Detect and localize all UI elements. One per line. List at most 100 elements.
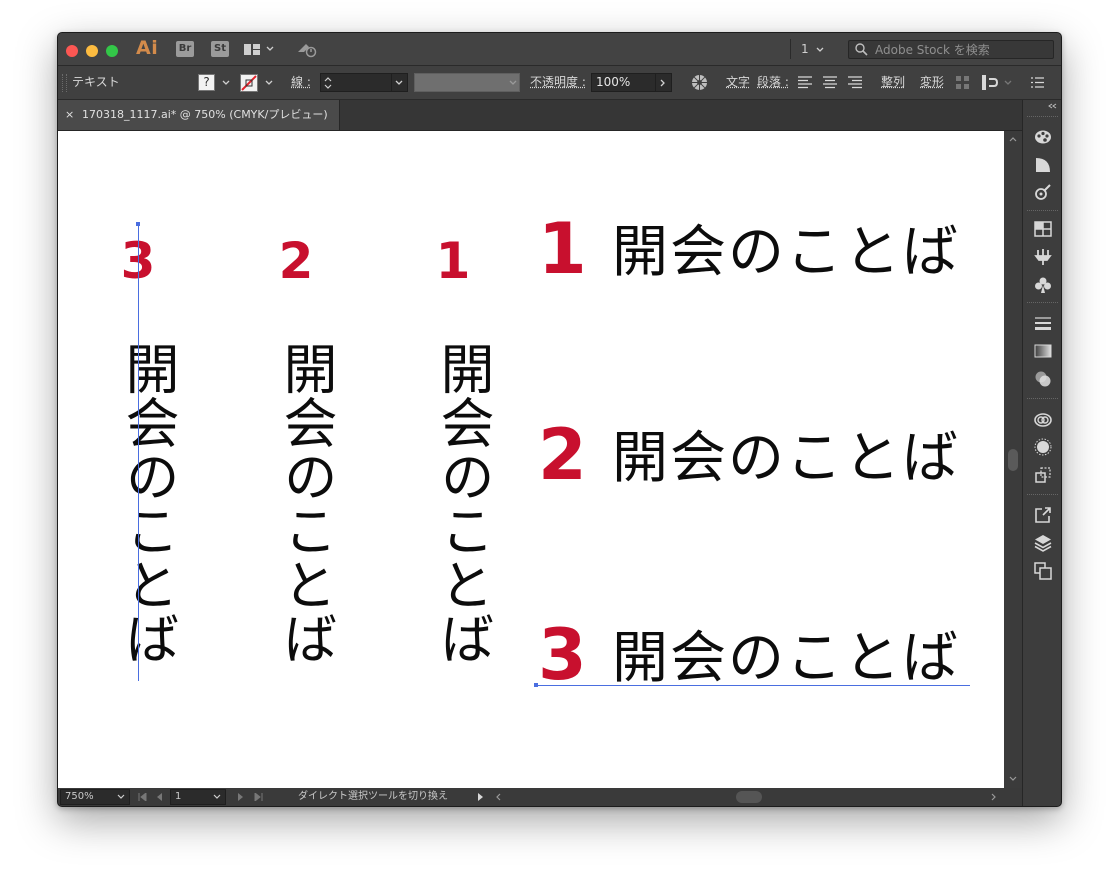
opacity-value: 100% (596, 75, 631, 89)
horizontal-row-text: 開会のことば (612, 220, 960, 285)
document-count[interactable]: 1 (790, 39, 834, 59)
vertical-text-baseline[interactable] (138, 225, 139, 681)
paragraph-panel-link[interactable]: 段落 : (757, 66, 789, 99)
scrollbar-thumb[interactable] (1008, 449, 1018, 471)
horizontal-row[interactable]: 1 開会のことば (538, 209, 978, 289)
swatches-icon[interactable] (1034, 156, 1052, 174)
chevron-down-icon[interactable] (1004, 80, 1012, 86)
status-menu-icon[interactable] (478, 793, 484, 801)
color-guide-icon[interactable] (1034, 128, 1052, 146)
artboard-canvas[interactable]: 3 開会のことば 2 開会のことば 1 開会のことば 1 開会のことば 2 開会のことば 3 開会の… (58, 131, 1004, 788)
horizontal-row-number: 2 (538, 414, 587, 496)
stock-button[interactable]: St (211, 41, 229, 57)
control-bar: テキスト ? 線 : 不透明度 : 100% 文字 段落: 整列 変形 (58, 66, 1061, 100)
anchor-point[interactable] (534, 683, 538, 687)
panel-dock (1022, 100, 1061, 806)
horizontal-row-number: 3 (538, 614, 587, 696)
chevron-down-icon[interactable] (222, 80, 230, 88)
align-center-icon[interactable] (823, 76, 837, 89)
bridge-button[interactable]: Br (176, 41, 194, 57)
stroke-label[interactable]: 線 : (291, 66, 311, 99)
club-symbol-icon[interactable] (1034, 276, 1052, 294)
cc-libraries-icon[interactable] (1034, 410, 1052, 428)
stock-search-input[interactable]: Adobe Stock を検索 (848, 40, 1054, 59)
chevron-down-icon (816, 47, 824, 52)
scroll-up-icon[interactable] (1009, 136, 1017, 142)
stroke-icon[interactable] (1034, 314, 1052, 332)
artboard-number: 1 (175, 791, 182, 802)
brushes-icon[interactable] (1034, 184, 1052, 202)
first-artboard-icon[interactable] (138, 793, 147, 801)
panel-menu-icon[interactable] (1031, 77, 1044, 88)
tab-document[interactable]: × 170318_1117.ai* @ 750% (CMYK/プレビュー) (58, 100, 340, 130)
align-right-icon[interactable] (848, 76, 862, 89)
scroll-left-icon[interactable] (495, 793, 501, 801)
align-panel-link[interactable]: 整列 (881, 66, 905, 99)
transform-panel-link[interactable]: 変形 (920, 66, 944, 99)
title-bar: Ai Br St 1 Adobe Stock を検索 (58, 33, 1061, 66)
character-panel-link[interactable]: 文字 (726, 66, 750, 99)
opacity-field[interactable]: 100% (591, 73, 672, 92)
recolor-artwork-icon[interactable] (691, 74, 708, 91)
next-artboard-icon[interactable] (238, 793, 244, 801)
panel-grip[interactable] (62, 74, 67, 92)
variable-width-profile[interactable] (414, 73, 520, 92)
chevron-right-icon (660, 79, 665, 87)
chevron-down-icon (509, 80, 517, 85)
gpu-performance-icon[interactable] (296, 40, 318, 58)
search-icon (855, 43, 868, 56)
vertical-column-text[interactable]: 開会のことば (413, 317, 494, 689)
illustrator-window: Ai Br St 1 Adobe Stock を検索 テキスト ? 線: 不透… (57, 32, 1062, 807)
zoom-value: 750% (65, 791, 94, 802)
layers-icon[interactable] (1034, 534, 1052, 552)
chevron-down-icon (213, 794, 221, 799)
previous-artboard-icon[interactable] (156, 793, 162, 801)
appearance-icon[interactable] (1034, 438, 1052, 456)
scroll-down-icon[interactable] (1009, 776, 1017, 782)
horizontal-row-text: 開会のことば (612, 626, 960, 691)
isolate-icon[interactable] (956, 76, 969, 89)
symbols-icon[interactable] (1034, 220, 1052, 238)
graphic-styles-icon[interactable] (1034, 248, 1052, 266)
tool-name: テキスト (72, 75, 120, 89)
fill-swatch[interactable]: ? (198, 74, 215, 91)
asset-export-icon[interactable] (1034, 466, 1052, 484)
anchor-point[interactable] (136, 222, 140, 226)
document-count-value: 1 (801, 42, 809, 56)
minimize-window-button[interactable] (86, 45, 98, 57)
chevron-down-icon[interactable] (265, 80, 273, 88)
opacity-label[interactable]: 不透明度 : (530, 66, 586, 99)
gradient-icon[interactable] (1034, 342, 1052, 360)
stroke-swatch-icon[interactable] (240, 74, 258, 92)
search-placeholder: Adobe Stock を検索 (875, 43, 990, 57)
align-left-icon[interactable] (798, 76, 812, 89)
chevron-down-icon (117, 794, 125, 799)
horizontal-text-baseline[interactable] (536, 685, 970, 686)
close-window-button[interactable] (66, 45, 78, 57)
collapse-panels-icon[interactable] (1048, 103, 1057, 109)
vertical-column-text[interactable]: 開会のことば (256, 317, 337, 689)
arrange-documents-button[interactable] (244, 41, 282, 57)
arrange-icon[interactable] (982, 75, 998, 90)
zoom-window-button[interactable] (106, 45, 118, 57)
status-bar: 750% 1 ダイレクト選択ツールを切り換え (58, 788, 1022, 806)
document-tab-title: 170318_1117.ai* @ 750% (CMYK/プレビュー) (82, 108, 328, 121)
export-icon[interactable] (1034, 506, 1052, 524)
last-artboard-icon[interactable] (254, 793, 263, 801)
horizontal-row[interactable]: 3 開会のことば (538, 615, 978, 695)
scroll-right-icon[interactable] (991, 793, 997, 801)
layout-grid-icon (244, 44, 260, 55)
horizontal-scrollbar-thumb[interactable] (736, 791, 762, 803)
vertical-column-number: 1 (435, 232, 471, 290)
vertical-column-number: 2 (278, 232, 314, 290)
horizontal-row[interactable]: 2 開会のことば (538, 415, 978, 495)
status-text: ダイレクト選択ツールを切り換え (298, 791, 448, 802)
stroke-weight-field[interactable] (320, 73, 408, 92)
close-tab-icon[interactable]: × (65, 100, 74, 130)
artboard-number-field[interactable]: 1 (170, 789, 226, 805)
vertical-scrollbar[interactable] (1004, 131, 1022, 788)
zoom-field[interactable]: 750% (60, 789, 130, 805)
chevron-down-icon (266, 46, 274, 51)
artboards-icon[interactable] (1034, 562, 1052, 580)
transparency-icon[interactable] (1034, 370, 1052, 388)
